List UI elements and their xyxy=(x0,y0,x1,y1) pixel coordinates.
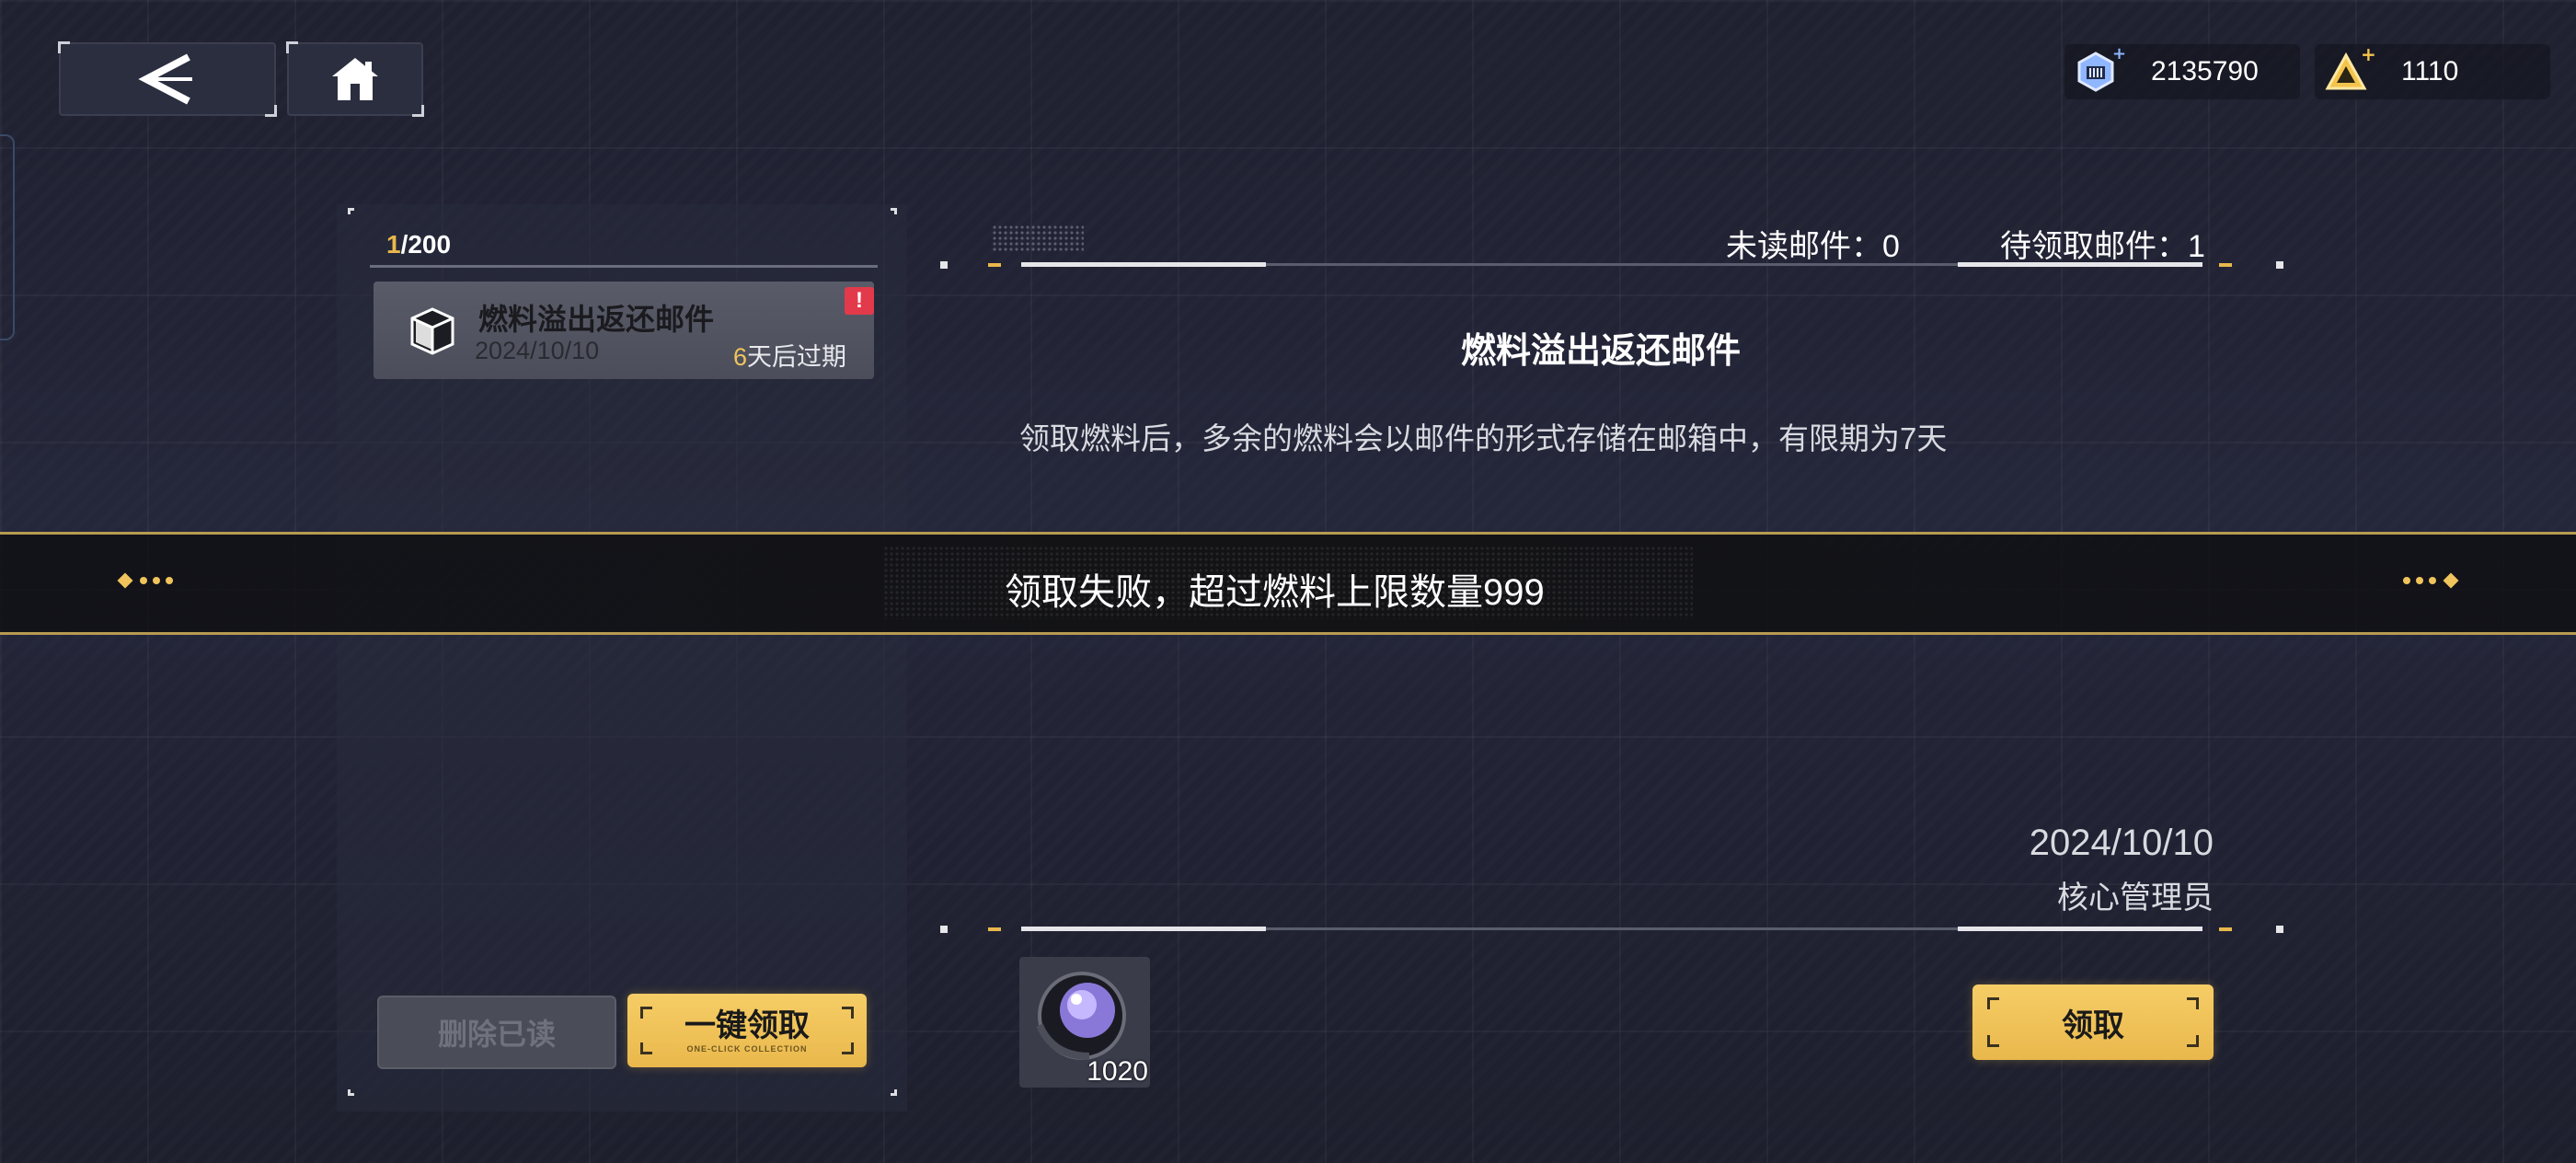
button-bracket xyxy=(1987,997,1999,1009)
toast-dot xyxy=(140,577,147,584)
delete-read-label: 删除已读 xyxy=(437,1018,556,1051)
separator-cap xyxy=(2219,927,2232,931)
one-click-label: 一键领取 xyxy=(684,1008,810,1043)
pending-count: 待领取邮件：1 xyxy=(2000,229,2205,264)
separator-cap xyxy=(2219,263,2232,267)
mail-date: 2024/10/10 xyxy=(2029,823,2214,863)
delete-read-button[interactable]: 删除已读 xyxy=(377,996,616,1069)
mail-body: 领取燃料后，多余的燃料会以邮件的形式存储在邮箱中，有限期为7天 xyxy=(1019,421,1948,455)
separator-highlight xyxy=(1021,927,1266,931)
separator-cap xyxy=(988,263,1001,267)
home-button[interactable] xyxy=(286,41,424,117)
side-edge-tab xyxy=(0,134,15,340)
attachment-quantity: 1020 xyxy=(1087,1056,1148,1087)
expiry-days: 6 xyxy=(732,343,747,371)
currency-crystal-value: 2135790 xyxy=(2151,56,2259,86)
home-icon xyxy=(332,58,378,100)
panel-corner xyxy=(348,1089,354,1096)
unread-count: 未读邮件：0 xyxy=(1726,229,1900,264)
dot-texture xyxy=(992,225,1084,252)
button-bracket xyxy=(1987,1035,1999,1047)
separator-dot xyxy=(940,926,948,933)
mail-title: 燃料溢出返还邮件 xyxy=(1460,332,1741,371)
mail-item-expiry: 6天后过期 xyxy=(733,337,846,373)
one-click-sublabel: ONE-CLICK COLLECTION xyxy=(686,1044,808,1054)
toast-dot xyxy=(166,577,173,584)
svg-text:+: + xyxy=(2112,46,2125,63)
list-item[interactable]: 燃料溢出返还邮件 2024/10/10 6天后过期 ! xyxy=(374,282,874,379)
separator-dot xyxy=(940,261,948,269)
panel-corner xyxy=(891,208,897,214)
currency-triangle-value: 1110 xyxy=(2401,56,2459,86)
toast-dot xyxy=(2429,577,2436,584)
one-click-collect-button[interactable]: 一键领取 ONE-CLICK COLLECTION xyxy=(627,994,867,1067)
claim-button-label: 领取 xyxy=(2062,1008,2124,1043)
currency-triangle[interactable]: + 1110 xyxy=(2315,44,2550,99)
currency-crystal[interactable]: + 2135790 xyxy=(2064,44,2300,99)
error-toast: 领取失败，超过燃料上限数量999 xyxy=(0,532,2576,635)
separator-dot xyxy=(2276,926,2283,933)
toast-dot xyxy=(153,577,160,584)
toast-dot xyxy=(2416,577,2423,584)
back-button[interactable] xyxy=(58,41,277,117)
package-icon xyxy=(405,304,460,363)
button-bracket xyxy=(842,1007,854,1019)
crystal-currency-icon: + xyxy=(2077,46,2125,92)
mail-count-current: 1 xyxy=(386,230,401,259)
mail-sender: 核心管理员 xyxy=(2057,881,2214,915)
button-bracket xyxy=(2187,1035,2199,1047)
button-bracket xyxy=(2187,997,2199,1009)
toast-dot xyxy=(2403,577,2410,584)
separator-highlight xyxy=(1958,927,2202,931)
panel-corner xyxy=(348,208,354,214)
attachment-item[interactable]: 1020 xyxy=(1019,957,1150,1088)
claim-button[interactable]: 领取 xyxy=(1972,985,2214,1060)
expiry-text: 天后过期 xyxy=(747,343,846,371)
svg-text:+: + xyxy=(2361,46,2375,65)
button-bracket xyxy=(640,1007,652,1019)
mail-count-total: /200 xyxy=(400,230,452,259)
mail-count: 1/200 xyxy=(386,230,451,259)
chevron-left-icon xyxy=(138,53,192,105)
toast-diamond-right xyxy=(2443,572,2459,589)
toast-diamond-left xyxy=(117,572,133,589)
triangle-currency-icon: + xyxy=(2325,46,2375,90)
mail-item-title: 燃料溢出返还邮件 xyxy=(478,303,715,336)
separator-cap xyxy=(988,927,1001,931)
unread-badge: ! xyxy=(845,287,874,315)
mail-count-divider xyxy=(370,265,878,268)
button-bracket xyxy=(842,1042,854,1054)
button-bracket xyxy=(640,1042,652,1054)
mail-item-date: 2024/10/10 xyxy=(475,337,600,364)
separator-highlight xyxy=(1021,262,1266,267)
toast-message: 领取失败，超过燃料上限数量999 xyxy=(1005,572,1545,613)
panel-corner xyxy=(891,1089,897,1096)
separator-dot xyxy=(2276,261,2283,269)
